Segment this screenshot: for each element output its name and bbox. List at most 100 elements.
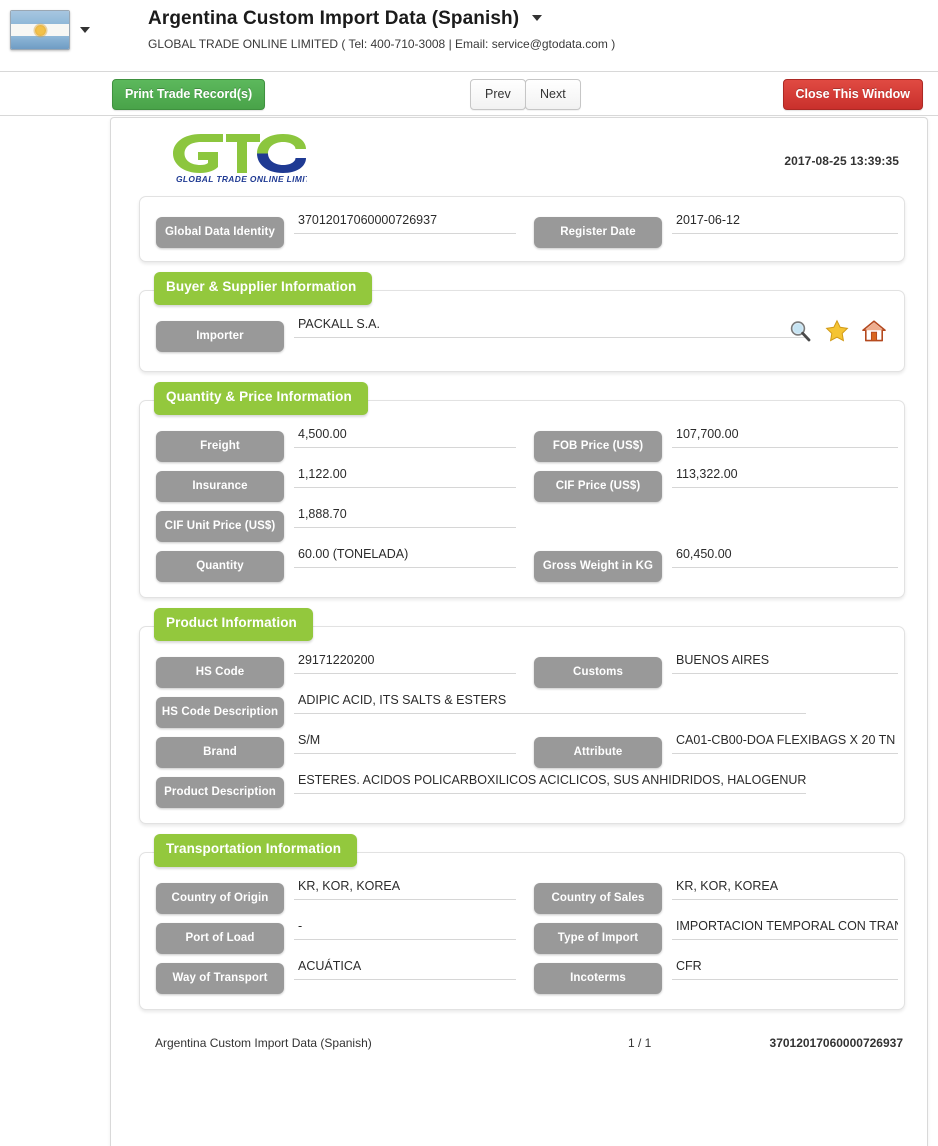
document-timestamp: 2017-08-25 13:39:35	[784, 154, 899, 168]
hscode-description-row: HS Code Description ADIPIC ACID, ITS SAL…	[140, 689, 904, 729]
quantity-weight-row: Quantity 60.00 (TONELADA) Gross Weight i…	[140, 543, 904, 583]
origin-sales-row: Country of Origin KR, KOR, KOREA Country…	[140, 875, 904, 915]
document-header: GLOBAL TRADE ONLINE LIMITED 2017-08-25 1…	[111, 118, 927, 190]
app-header: Argentina Custom Import Data (Spanish) G…	[0, 0, 938, 72]
fob-price-field: FOB Price (US$) 107,700.00	[534, 423, 898, 462]
buyer-supplier-section-title: Buyer & Supplier Information	[154, 272, 373, 305]
brand-value: S/M	[294, 729, 516, 754]
freight-label: Freight	[156, 431, 284, 462]
chevron-down-icon[interactable]	[80, 27, 90, 33]
insurance-label: Insurance	[156, 471, 284, 502]
identity-row: Global Data Identity 3701201706000072693…	[140, 209, 904, 249]
way-of-transport-label: Way of Transport	[156, 963, 284, 994]
logo-wordmark: GLOBAL TRADE ONLINE LIMITED	[176, 174, 307, 184]
register-date-label: Register Date	[534, 217, 662, 248]
way-of-transport-value: ACUÁTICA	[294, 955, 516, 980]
chevron-down-icon[interactable]	[531, 15, 542, 21]
type-of-import-label: Type of Import	[534, 923, 662, 954]
country-of-origin-value: KR, KOR, KOREA	[294, 875, 516, 900]
page-title: Argentina Custom Import Data (Spanish)	[148, 8, 520, 29]
country-of-origin-field: Country of Origin KR, KOR, KOREA	[156, 875, 516, 914]
customs-label: Customs	[534, 657, 662, 688]
incoterms-field: Incoterms CFR	[534, 955, 898, 994]
country-of-sales-label: Country of Sales	[534, 883, 662, 914]
hs-code-value: 29171220200	[294, 649, 516, 674]
way-of-transport-field: Way of Transport ACUÁTICA	[156, 955, 516, 994]
cif-price-value: 113,322.00	[672, 463, 898, 488]
product-description-field: Product Description ESTERES. ACIDOS POLI…	[156, 769, 806, 808]
print-trade-records-button[interactable]: Print Trade Record(s)	[112, 79, 266, 110]
close-window-button[interactable]: Close This Window	[782, 79, 923, 110]
product-description-label: Product Description	[156, 777, 284, 808]
quantity-value: 60.00 (TONELADA)	[294, 543, 516, 568]
port-typeimport-row: Port of Load - Type of Import IMPORTACIO…	[140, 915, 904, 955]
transportation-section-title: Transportation Information	[154, 834, 358, 867]
trade-record-sheet: GLOBAL TRADE ONLINE LIMITED 2017-08-25 1…	[110, 117, 928, 1146]
type-of-import-field: Type of Import IMPORTACION TEMPORAL CON …	[534, 915, 898, 954]
freight-fob-row: Freight 4,500.00 FOB Price (US$) 107,700…	[140, 423, 904, 463]
cif-unit-price-value: 1,888.70	[294, 503, 516, 528]
search-icon[interactable]	[788, 319, 812, 343]
global-data-identity-value: 37012017060000726937	[294, 209, 516, 234]
importer-label: Importer	[156, 321, 284, 352]
identity-card: Global Data Identity 3701201706000072693…	[139, 196, 905, 262]
global-data-identity-label: Global Data Identity	[156, 217, 284, 248]
title-block: Argentina Custom Import Data (Spanish) G…	[148, 8, 615, 51]
hs-code-description-field: HS Code Description ADIPIC ACID, ITS SAL…	[156, 689, 806, 728]
gross-weight-field: Gross Weight in KG 60,450.00	[534, 543, 898, 582]
hs-code-label: HS Code	[156, 657, 284, 688]
hs-code-description-value: ADIPIC ACID, ITS SALTS & ESTERS	[294, 689, 806, 714]
home-icon[interactable]	[862, 319, 886, 343]
type-of-import-value: IMPORTACION TEMPORAL CON TRANSF	[672, 915, 898, 940]
freight-field: Freight 4,500.00	[156, 423, 516, 462]
next-record-button[interactable]: Next	[525, 79, 581, 110]
importer-value: PACKALL S.A.	[294, 313, 806, 338]
cif-unit-price-label: CIF Unit Price (US$)	[156, 511, 284, 542]
product-description-value: ESTERES. ACIDOS POLICARBOXILICOS ACICLIC…	[294, 769, 806, 794]
product-section-title: Product Information	[154, 608, 313, 641]
attribute-value: CA01-CB00-DOA FLEXIBAGS X 20 TN	[672, 729, 898, 754]
cif-price-field: CIF Price (US$) 113,322.00	[534, 463, 898, 502]
footer-dataset-name: Argentina Custom Import Data (Spanish)	[155, 1036, 372, 1050]
global-data-identity-field: Global Data Identity 3701201706000072693…	[156, 209, 516, 248]
country-of-sales-field: Country of Sales KR, KOR, KOREA	[534, 875, 898, 914]
quantity-price-section-title: Quantity & Price Information	[154, 382, 368, 415]
cif-unit-price-row: CIF Unit Price (US$) 1,888.70	[140, 503, 904, 543]
customs-value: BUENOS AIRES	[672, 649, 898, 674]
cif-price-label: CIF Price (US$)	[534, 471, 662, 502]
quantity-price-card: Quantity & Price Information Freight 4,5…	[139, 382, 905, 598]
argentina-flag-icon[interactable]	[10, 10, 70, 50]
insurance-cif-row: Insurance 1,122.00 CIF Price (US$) 113,3…	[140, 463, 904, 503]
star-icon[interactable]	[825, 319, 849, 343]
insurance-field: Insurance 1,122.00	[156, 463, 516, 502]
importer-row: Importer PACKALL S.A.	[140, 313, 904, 357]
gross-weight-label: Gross Weight in KG	[534, 551, 662, 582]
action-toolbar: Print Trade Record(s) Prev Next Close Th…	[0, 72, 938, 116]
attribute-label: Attribute	[534, 737, 662, 768]
customs-field: Customs BUENOS AIRES	[534, 649, 898, 688]
fob-price-value: 107,700.00	[672, 423, 898, 448]
prev-record-button[interactable]: Prev	[470, 79, 526, 110]
register-date-value: 2017-06-12	[672, 209, 898, 234]
sun-of-may-icon	[34, 24, 46, 36]
country-selector[interactable]	[10, 10, 90, 50]
incoterms-label: Incoterms	[534, 963, 662, 994]
footer-record-id: 37012017060000726937	[769, 1036, 903, 1050]
brand-field: Brand S/M	[156, 729, 516, 768]
transportation-information-card: Transportation Information Country of Or…	[139, 834, 905, 1010]
cif-unit-price-field: CIF Unit Price (US$) 1,888.70	[156, 503, 516, 542]
importer-field: Importer PACKALL S.A.	[156, 313, 806, 352]
freight-value: 4,500.00	[294, 423, 516, 448]
buyer-supplier-card: Buyer & Supplier Information Importer PA…	[139, 272, 905, 372]
port-of-load-value: -	[294, 915, 516, 940]
transport-incoterms-row: Way of Transport ACUÁTICA Incoterms CFR	[140, 955, 904, 995]
importer-action-icons	[788, 319, 886, 343]
product-description-row: Product Description ESTERES. ACIDOS POLI…	[140, 769, 904, 809]
product-information-card: Product Information HS Code 29171220200 …	[139, 608, 905, 824]
port-of-load-label: Port of Load	[156, 923, 284, 954]
document-footer: Argentina Custom Import Data (Spanish) 1…	[139, 1036, 905, 1062]
attribute-field: Attribute CA01-CB00-DOA FLEXIBAGS X 20 T…	[534, 729, 898, 768]
company-contact-line: GLOBAL TRADE ONLINE LIMITED ( Tel: 400-7…	[148, 37, 616, 51]
quantity-label: Quantity	[156, 551, 284, 582]
brand-attribute-row: Brand S/M Attribute CA01-CB00-DOA FLEXIB…	[140, 729, 904, 769]
